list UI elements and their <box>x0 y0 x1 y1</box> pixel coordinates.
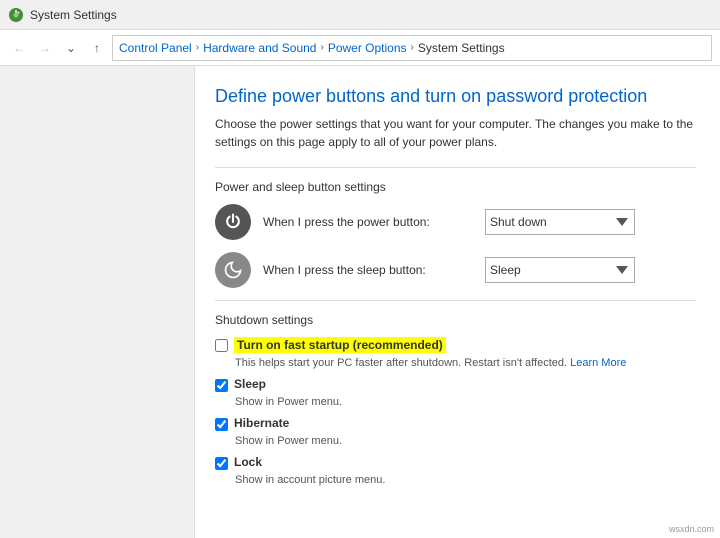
lock-sublabel: Show in account picture menu. <box>235 474 696 486</box>
title-bar: System Settings <box>0 0 720 30</box>
page-title: Define power buttons and turn on passwor… <box>215 86 696 107</box>
sleep-icon <box>215 252 251 288</box>
sleep-checkbox-label[interactable]: Sleep <box>234 377 266 391</box>
sleep-button-label: When I press the sleep button: <box>263 263 473 277</box>
lock-checkbox[interactable] <box>215 457 228 470</box>
sleep-checkbox-row: Sleep <box>215 377 696 392</box>
watermark: wsxdn.com <box>669 524 714 534</box>
shutdown-section-label: Shutdown settings <box>215 313 696 327</box>
main-layout: Define power buttons and turn on passwor… <box>0 66 720 538</box>
breadcrumb-current: System Settings <box>418 41 505 55</box>
hibernate-checkbox[interactable] <box>215 418 228 431</box>
hibernate-sublabel: Show in Power menu. <box>235 435 696 447</box>
fast-startup-sublabel: This helps start your PC faster after sh… <box>235 357 696 369</box>
lock-checkbox-row: Lock <box>215 455 696 470</box>
power-button-row: When I press the power button: Shut down… <box>215 204 696 240</box>
hibernate-checkbox-label[interactable]: Hibernate <box>234 416 289 430</box>
content-area: Define power buttons and turn on passwor… <box>195 66 720 538</box>
fast-startup-row: Turn on fast startup (recommended) <box>215 337 696 353</box>
sidebar <box>0 66 195 538</box>
up-button[interactable]: ↑ <box>86 37 108 59</box>
power-button-dropdown[interactable]: Shut down Sleep Hibernate Turn off the d… <box>485 209 635 235</box>
hibernate-checkbox-row: Hibernate <box>215 416 696 431</box>
divider-1 <box>215 167 696 168</box>
forward-button[interactable]: → <box>34 37 56 59</box>
sleep-sublabel: Show in Power menu. <box>235 396 696 408</box>
breadcrumb-power-options[interactable]: Power Options <box>328 41 407 55</box>
power-icon <box>215 204 251 240</box>
breadcrumb-control-panel[interactable]: Control Panel <box>119 41 192 55</box>
lock-checkbox-label[interactable]: Lock <box>234 455 262 469</box>
breadcrumb-hardware-sound[interactable]: Hardware and Sound <box>203 41 316 55</box>
fast-startup-checkbox[interactable] <box>215 339 228 352</box>
page-description: Choose the power settings that you want … <box>215 115 695 151</box>
sleep-checkbox[interactable] <box>215 379 228 392</box>
fast-startup-label[interactable]: Turn on fast startup (recommended) <box>234 337 446 353</box>
recent-button[interactable]: ⌄ <box>60 37 82 59</box>
sleep-button-row: When I press the sleep button: Sleep Hib… <box>215 252 696 288</box>
learn-more-link[interactable]: Learn More <box>570 357 626 369</box>
fast-startup-highlight: Turn on fast startup (recommended) <box>234 337 446 353</box>
power-button-label: When I press the power button: <box>263 215 473 229</box>
address-bar: ← → ⌄ ↑ Control Panel › Hardware and Sou… <box>0 30 720 66</box>
back-button[interactable]: ← <box>8 37 30 59</box>
app-icon <box>8 7 24 23</box>
breadcrumb: Control Panel › Hardware and Sound › Pow… <box>112 35 712 61</box>
divider-2 <box>215 300 696 301</box>
power-sleep-section-label: Power and sleep button settings <box>215 180 696 194</box>
title-bar-text: System Settings <box>30 8 117 22</box>
sleep-button-dropdown[interactable]: Sleep Hibernate Shut down Turn off the d… <box>485 257 635 283</box>
